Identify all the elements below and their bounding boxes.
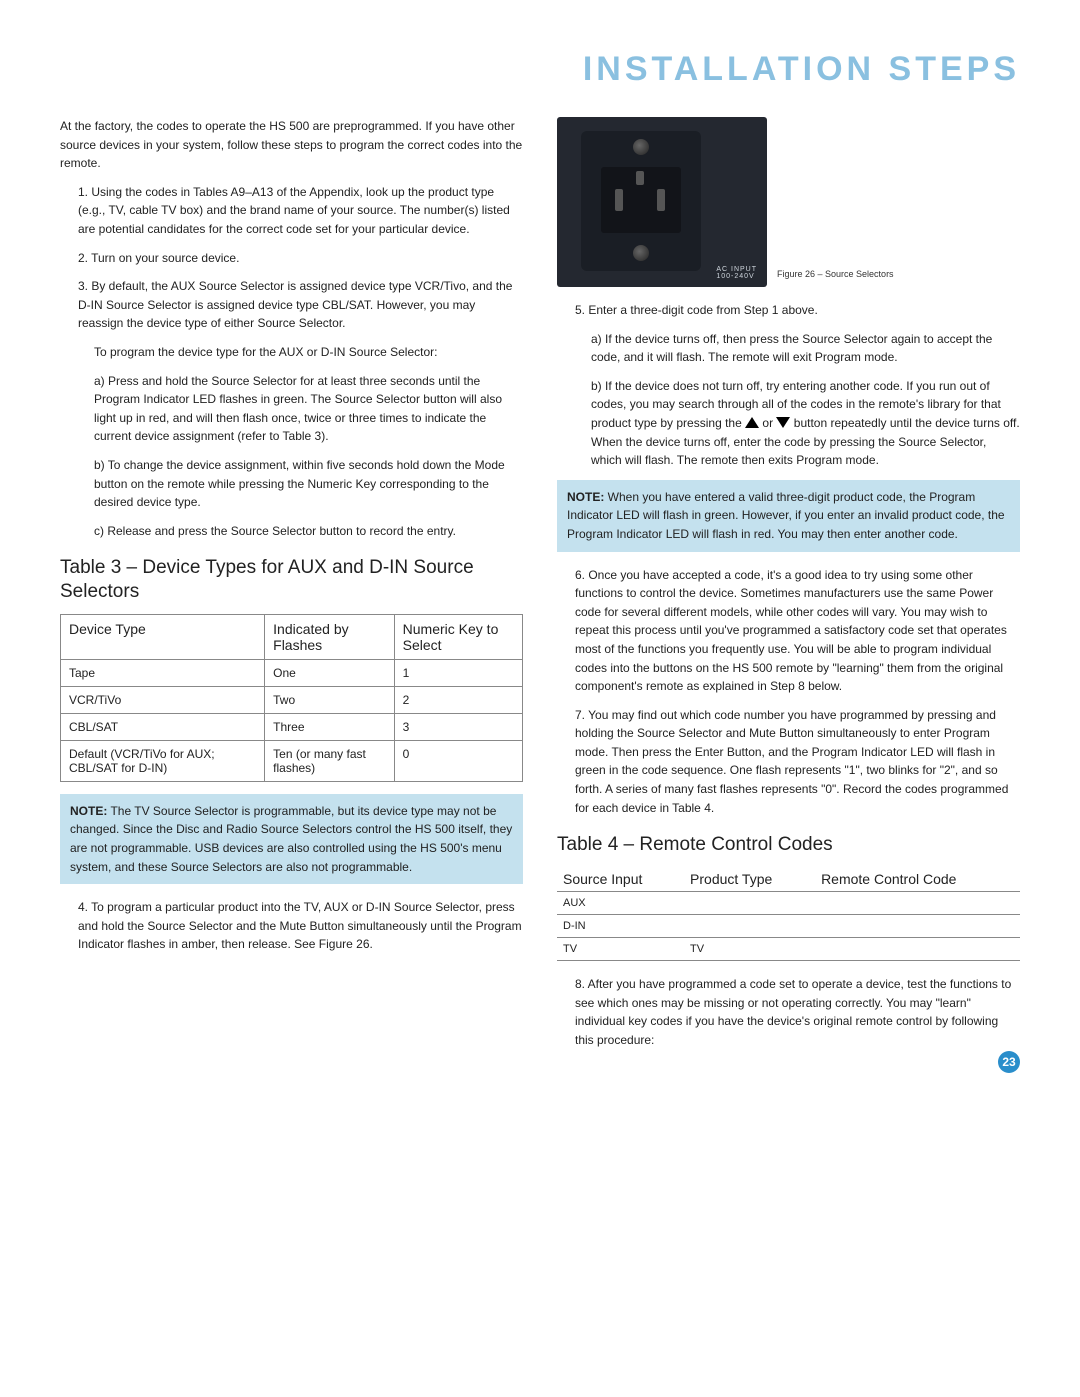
page-number-badge: 23	[998, 1051, 1020, 1073]
note-text: When you have entered a valid three-digi…	[567, 490, 1005, 541]
t4-header-product: Product Type	[684, 867, 815, 892]
step-3a: a) Press and hold the Source Selector fo…	[94, 372, 523, 446]
t3-header-device: Device Type	[61, 614, 265, 659]
note-box-1: NOTE: The TV Source Selector is programm…	[60, 794, 523, 884]
table3-title: Table 3 – Device Types for AUX and D-IN …	[60, 556, 523, 604]
note-label: NOTE:	[70, 804, 107, 818]
step-5a: a) If the device turns off, then press t…	[591, 330, 1020, 367]
note-text: The TV Source Selector is programmable, …	[70, 804, 512, 874]
step-6: 6. Once you have accepted a code, it's a…	[575, 566, 1020, 696]
figure-26-image: AC INPUT 100-240V	[557, 117, 767, 287]
step-5: 5. Enter a three-digit code from Step 1 …	[575, 301, 1020, 320]
t4-header-code: Remote Control Code	[815, 867, 1020, 892]
t3-header-numeric: Numeric Key to Select	[394, 614, 522, 659]
table-row: Default (VCR/TiVo for AUX; CBL/SAT for D…	[61, 740, 523, 781]
table4-title: Table 4 – Remote Control Codes	[557, 833, 1020, 857]
note-label: NOTE:	[567, 490, 604, 504]
table-row: AUX	[557, 892, 1020, 915]
figure-26-caption: Figure 26 – Source Selectors	[777, 269, 894, 279]
step-5b: b) If the device does not turn off, try …	[591, 377, 1020, 470]
triangle-up-icon	[745, 417, 759, 428]
page-title: INSTALLATION STEPS	[60, 50, 1020, 89]
table-row: CBL/SAT Three 3	[61, 713, 523, 740]
table-row: TV TV	[557, 938, 1020, 961]
step-2: 2. Turn on your source device.	[78, 249, 523, 268]
triangle-down-icon	[776, 417, 790, 428]
step-3: 3. By default, the AUX Source Selector i…	[78, 277, 523, 333]
step-3c: c) Release and press the Source Selector…	[94, 522, 523, 541]
table-row: VCR/TiVo Two 2	[61, 686, 523, 713]
step-8: 8. After you have programmed a code set …	[575, 975, 1020, 1049]
t3-header-flashes: Indicated by Flashes	[265, 614, 395, 659]
right-column: AC INPUT 100-240V Figure 26 – Source Sel…	[557, 117, 1020, 1059]
t4-header-source: Source Input	[557, 867, 684, 892]
step-4: 4. To program a particular product into …	[78, 898, 523, 954]
fig-voltage: 100-240V	[716, 273, 757, 281]
step-3b: b) To change the device assignment, with…	[94, 456, 523, 512]
table3: Device Type Indicated by Flashes Numeric…	[60, 614, 523, 782]
intro-paragraph: At the factory, the codes to operate the…	[60, 117, 523, 173]
table-row: D-IN	[557, 915, 1020, 938]
fig-ac-input: AC INPUT	[716, 266, 757, 274]
table-row: Tape One 1	[61, 659, 523, 686]
step-1: 1. Using the codes in Tables A9–A13 of t…	[78, 183, 523, 239]
step-7: 7. You may find out which code number yo…	[575, 706, 1020, 818]
note-box-2: NOTE: When you have entered a valid thre…	[557, 480, 1020, 552]
table4: Source Input Product Type Remote Control…	[557, 867, 1020, 961]
left-column: At the factory, the codes to operate the…	[60, 117, 523, 1059]
step-3-intro: To program the device type for the AUX o…	[94, 343, 523, 362]
